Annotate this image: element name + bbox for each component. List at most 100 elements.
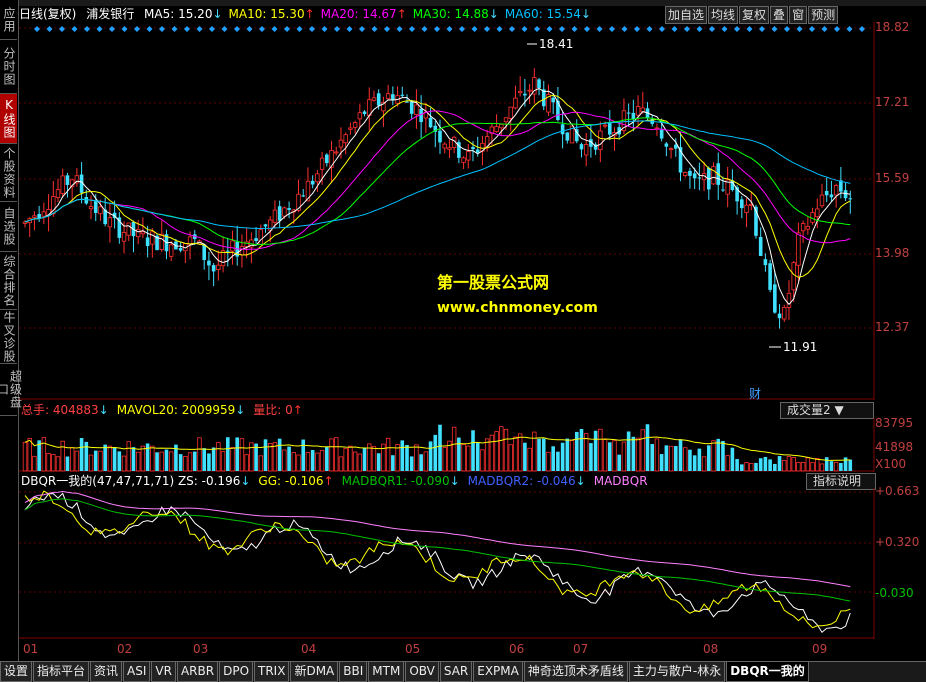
volume-bar — [315, 452, 320, 472]
left-tab-1[interactable]: 分时图 — [0, 40, 17, 94]
finance-marker: 财 — [749, 387, 761, 400]
volume-bar — [121, 455, 127, 472]
volume-bar — [565, 438, 570, 471]
candle-body — [310, 180, 315, 185]
left-tab-3[interactable]: 个股资料 — [0, 144, 17, 202]
bottom-tab-2[interactable]: 资讯 — [90, 662, 123, 682]
left-tab-5[interactable]: 综合排名 — [0, 252, 17, 310]
bottom-tab-9[interactable]: BBI — [339, 662, 368, 682]
bottom-tab-7[interactable]: TRIX — [254, 662, 290, 682]
indicator-label: MADBQR1: -0.090 — [341, 474, 450, 488]
volume-tick: 41898 — [875, 440, 914, 454]
ma-label: MA30: 14.88 — [412, 7, 489, 21]
volume-bar — [589, 443, 593, 471]
event-marker — [71, 26, 78, 32]
volume-bar — [187, 452, 193, 472]
volume-bar — [471, 430, 475, 471]
left-tab-7[interactable]: 超级盘口 — [0, 364, 23, 416]
high-price-label: 18.41 — [539, 37, 573, 51]
event-marker — [771, 26, 778, 32]
event-marker — [459, 26, 465, 32]
bottom-tab-4[interactable]: VR — [151, 662, 176, 682]
ma-arrow: ↑ — [304, 7, 315, 21]
candle-body — [659, 129, 664, 139]
candle-body — [602, 124, 608, 127]
candle-body — [517, 91, 523, 94]
volume-bar — [626, 431, 631, 471]
event-marker — [796, 26, 803, 32]
volume-bar — [451, 426, 457, 472]
left-tab-label: 个股资料 — [2, 146, 16, 199]
bottom-tab-6[interactable]: DPO — [219, 662, 254, 682]
candle-body — [362, 111, 367, 115]
volume-bar — [27, 437, 32, 472]
bottom-tab-11[interactable]: OBV — [405, 662, 439, 682]
volume-bar — [168, 451, 174, 472]
volume-bar — [598, 428, 603, 472]
candle-body — [829, 194, 834, 198]
volume-bar — [84, 441, 89, 471]
bottom-tab-3[interactable]: ASI — [123, 662, 151, 682]
volume-bar — [55, 456, 61, 472]
volume-indicator-button[interactable]: 成交量2 ▼ — [780, 402, 874, 419]
month-tick: 06 — [509, 642, 525, 656]
bottom-tab-0[interactable]: 设置 — [0, 662, 33, 682]
bottom-tab-12[interactable]: SAR — [439, 662, 473, 682]
left-tab-6[interactable]: 牛叉诊股 — [0, 310, 17, 364]
volume-bar — [754, 462, 758, 471]
month-tick: 09 — [812, 642, 828, 656]
left-tab-label: 应用 — [2, 6, 16, 33]
candle-body — [357, 112, 363, 120]
bottom-tab-8[interactable]: 新DMA — [290, 662, 339, 682]
bottom-tab-1[interactable]: 指标平台 — [33, 662, 90, 682]
volume-bar — [79, 437, 84, 471]
bottom-tab-10[interactable]: MTM — [368, 662, 405, 682]
volume-bar — [258, 455, 263, 472]
bottom-tab-16[interactable]: DBQR一我的 — [726, 662, 809, 682]
bottom-tab-5[interactable]: ARBR — [176, 662, 219, 682]
indicator-chart[interactable] — [19, 488, 875, 639]
candle-body — [159, 233, 164, 250]
left-tab-2[interactable]: K线图 — [0, 94, 17, 144]
bottom-tab-13[interactable]: EXPMA — [473, 662, 523, 682]
volume-item-2: 量比: 0↑ — [253, 403, 303, 417]
volume-bar — [126, 441, 131, 472]
volume-bar — [640, 429, 645, 472]
indicator-tab-bar: 设置 指标平台 资讯 ASI VR ARBR DPO TRIX 新DMA BBI MTM OBV SAR… — [0, 661, 926, 682]
candle-body — [796, 232, 801, 266]
volume-bar — [579, 428, 584, 471]
volume-bar — [69, 447, 75, 472]
volume-bar — [466, 445, 471, 472]
candle-body — [187, 236, 193, 245]
left-tab-label: 自选股 — [2, 207, 16, 246]
left-tab-0[interactable]: 应用 — [0, 0, 17, 40]
candle-body — [93, 201, 98, 213]
left-tab-4[interactable]: 自选股 — [0, 202, 17, 252]
event-marker — [684, 26, 690, 32]
ma-line — [24, 87, 851, 306]
ma-arrow: ↑ — [396, 7, 407, 21]
volume-bar — [371, 446, 377, 472]
volume-bar — [88, 454, 94, 472]
event-marker — [521, 26, 528, 32]
volume-bar — [659, 454, 664, 471]
volume-bar — [740, 464, 744, 471]
volume-chart[interactable] — [19, 418, 875, 472]
volume-bar — [230, 447, 235, 472]
volume-bar — [612, 440, 617, 472]
volume-bar — [22, 441, 28, 472]
candle-body — [126, 222, 131, 236]
event-marker — [559, 26, 565, 32]
candle-body — [499, 123, 504, 129]
kline-chart[interactable]: 18.41 11.91 财 第一股票公式网 www.chnmoney.com — [19, 22, 875, 400]
volume-bar — [499, 426, 504, 472]
candle-body — [258, 229, 263, 245]
event-marker — [859, 26, 865, 32]
volume-bar — [433, 434, 438, 471]
event-marker — [84, 26, 90, 32]
event-marker — [434, 26, 440, 32]
indicator-item-0: DBQR一我的(47,47,71,71) ZS: -0.196↓ — [21, 474, 250, 488]
candle-body — [277, 206, 282, 221]
bottom-tab-14[interactable]: 神奇选顶术矛盾线 — [523, 662, 628, 682]
bottom-tab-15[interactable]: 主力与散户-林永 — [628, 662, 726, 682]
